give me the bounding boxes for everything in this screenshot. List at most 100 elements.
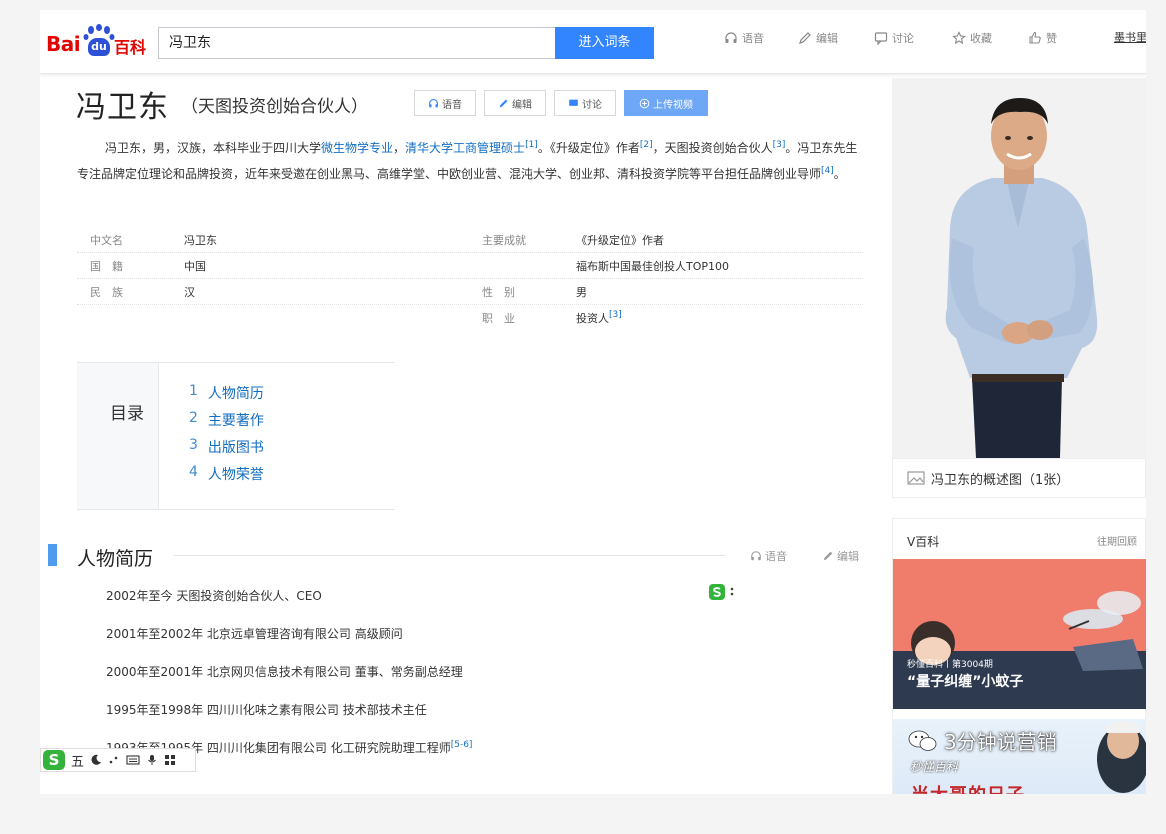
- reference-link[interactable]: [3]: [773, 140, 786, 150]
- headphones-icon: [429, 98, 438, 107]
- summary-link-microbiology[interactable]: 微生物学专业: [321, 141, 393, 155]
- info-label-chinese-name: 中文名: [90, 234, 123, 247]
- catalog-title: 目录: [110, 404, 144, 424]
- top-voice-label: 语音: [742, 32, 764, 45]
- catalog-item-label: 人物简历: [207, 386, 264, 402]
- video-thumbnail[interactable]: 秒懂百科丨第3004期 “量子纠缠”小蚊子: [893, 559, 1146, 709]
- watermark-subtext: 秒懂百科: [910, 760, 959, 774]
- section-edit-button[interactable]: 编辑: [822, 548, 859, 564]
- entry-summary: 冯卫东，男，汉族，本科毕业于四川大学微生物学专业，清华大学工商管理硕士[1]。《…: [77, 134, 861, 186]
- summary-text: 冯卫东，男，汉族，本科毕业于四川大学: [105, 141, 322, 155]
- section-voice-button[interactable]: 语音: [750, 548, 787, 564]
- occupation-text: 投资人: [576, 312, 609, 325]
- voice-button-label: 语音: [442, 99, 462, 111]
- catalog-header: 目录: [77, 363, 159, 509]
- sogou-icon: [709, 584, 725, 600]
- info-label-ethnicity: 民 族: [90, 286, 123, 299]
- chat-icon: [874, 32, 888, 45]
- top-edit-button[interactable]: 编辑: [798, 30, 838, 46]
- voice-button[interactable]: 语音: [414, 90, 476, 116]
- catalog-item-books[interactable]: 3 出版图书: [189, 437, 264, 457]
- reference-link[interactable]: [3]: [609, 310, 622, 320]
- summary-photo-card: 冯卫东的概述图（1张）: [892, 78, 1146, 498]
- ime-mode-indicator[interactable]: 五: [71, 751, 84, 770]
- catalog-item-label: 出版图书: [207, 440, 264, 456]
- microphone-icon[interactable]: [146, 754, 158, 766]
- summary-text: 。《升级定位》作者: [537, 141, 640, 155]
- catalog-item-works[interactable]: 2 主要著作: [189, 410, 264, 430]
- user-link[interactable]: 墨书里: [1114, 29, 1146, 45]
- share-chip[interactable]: [708, 582, 746, 602]
- top-discuss-button[interactable]: 讨论: [874, 30, 914, 46]
- headphones-icon: [725, 32, 737, 43]
- logo-text-bai: Bai: [46, 32, 81, 56]
- chat-icon: [569, 99, 578, 106]
- v-baike-title: V百科: [907, 535, 940, 549]
- reference-link[interactable]: [2]: [640, 140, 653, 150]
- reference-link[interactable]: [5-6]: [451, 740, 473, 750]
- upload-video-button[interactable]: 上传视频: [624, 90, 708, 116]
- summary-link-tsinghua-mba[interactable]: 清华大学工商管理硕士: [405, 141, 525, 155]
- moon-icon[interactable]: [90, 754, 102, 766]
- top-favorite-button[interactable]: 收藏: [952, 30, 992, 46]
- info-label-gender: 性 别: [482, 286, 515, 299]
- thumbs-up-icon: [1029, 31, 1041, 44]
- catalog-item-number: 4: [189, 464, 198, 480]
- photo-caption: 冯卫东的概述图（1张）: [931, 472, 1070, 488]
- edit-button[interactable]: 编辑: [484, 90, 546, 116]
- catalog-item-number: 1: [189, 383, 198, 399]
- wechat-icon: [908, 730, 937, 751]
- more-dots-icon: [730, 587, 734, 596]
- plus-circle-icon: [639, 98, 650, 108]
- info-label-occupation: 职 业: [482, 312, 515, 325]
- section-marker: [48, 544, 57, 566]
- person-portrait-image: [892, 78, 1146, 458]
- info-label-works: 主要成就: [482, 234, 526, 247]
- past-episodes-link[interactable]: 往期回顾: [1097, 533, 1137, 548]
- discuss-button-label: 讨论: [582, 99, 602, 111]
- reference-link[interactable]: [4]: [821, 166, 834, 176]
- search-input[interactable]: 冯卫东: [158, 27, 555, 59]
- top-like-button[interactable]: 赞: [1028, 30, 1057, 46]
- photo-album-link[interactable]: 冯卫东的概述图（1张）: [892, 458, 1146, 498]
- baidu-baike-logo[interactable]: Bai du 百科: [46, 24, 150, 58]
- logo-text-baike: 百科: [114, 38, 147, 57]
- info-value-chinese-name: 冯卫东: [184, 234, 217, 247]
- reference-link[interactable]: [1]: [525, 140, 538, 150]
- info-value-ethnicity: 汉: [184, 286, 195, 299]
- info-value-occupation: 投资人[3]: [576, 310, 622, 326]
- catalog-item-honors[interactable]: 4 人物荣誉: [189, 464, 264, 484]
- catalog-item-biography[interactable]: 1 人物简历: [189, 383, 264, 403]
- browser-page: Bai du 百科 冯卫东 进入词条 语音 编辑 讨论 收藏 赞 墨书里 冯卫东…: [40, 10, 1146, 794]
- video-episode: 秒懂百科丨第3004期: [907, 660, 993, 670]
- star-icon: [952, 31, 966, 45]
- promo-text: 当大哥的日子: [911, 781, 1025, 794]
- keyboard-icon[interactable]: [126, 754, 140, 766]
- catalog-item-label: 人物荣誉: [207, 467, 264, 483]
- ime-toolbar[interactable]: S 五: [40, 748, 196, 772]
- career-item: 1995年至1998年 四川川化味之素有限公司 技术部技术主任: [106, 703, 427, 717]
- sogou-ime-logo[interactable]: S: [43, 750, 65, 770]
- person-photo[interactable]: [892, 78, 1146, 458]
- pencil-icon: [499, 99, 508, 107]
- apps-grid-icon[interactable]: [164, 754, 176, 766]
- catalog-item-label: 主要著作: [207, 413, 264, 429]
- punctuation-icon[interactable]: [108, 754, 120, 766]
- discuss-button[interactable]: 讨论: [554, 90, 616, 116]
- wechat-watermark: 3分钟说营销: [908, 726, 1057, 755]
- enter-entry-button[interactable]: 进入词条: [555, 27, 654, 59]
- summary-text: ，天图投资创始合伙人: [652, 141, 773, 155]
- info-value-nationality-link[interactable]: 中国: [184, 258, 206, 274]
- section-voice-label: 语音: [765, 550, 787, 563]
- table-of-contents: 目录 1 人物简历 2 主要著作 3 出版图书 4 人物荣誉: [77, 362, 395, 510]
- video-title: “量子纠缠”小蚊子: [907, 674, 1024, 690]
- upload-video-label: 上传视频: [653, 99, 693, 111]
- pencil-icon: [799, 32, 811, 44]
- career-item: 2000年至2001年 北京网贝信息技术有限公司 董事、常务副总经理: [106, 665, 463, 679]
- career-item: 2001年至2002年 北京远卓管理咨询有限公司 高级顾问: [106, 627, 403, 641]
- summary-text: ，: [393, 141, 406, 155]
- info-value-honor: 福布斯中国最佳创投人TOP100: [576, 260, 730, 273]
- info-value-gender: 男: [576, 286, 587, 299]
- entry-title: 冯卫东: [76, 90, 169, 125]
- top-voice-button[interactable]: 语音: [724, 30, 764, 46]
